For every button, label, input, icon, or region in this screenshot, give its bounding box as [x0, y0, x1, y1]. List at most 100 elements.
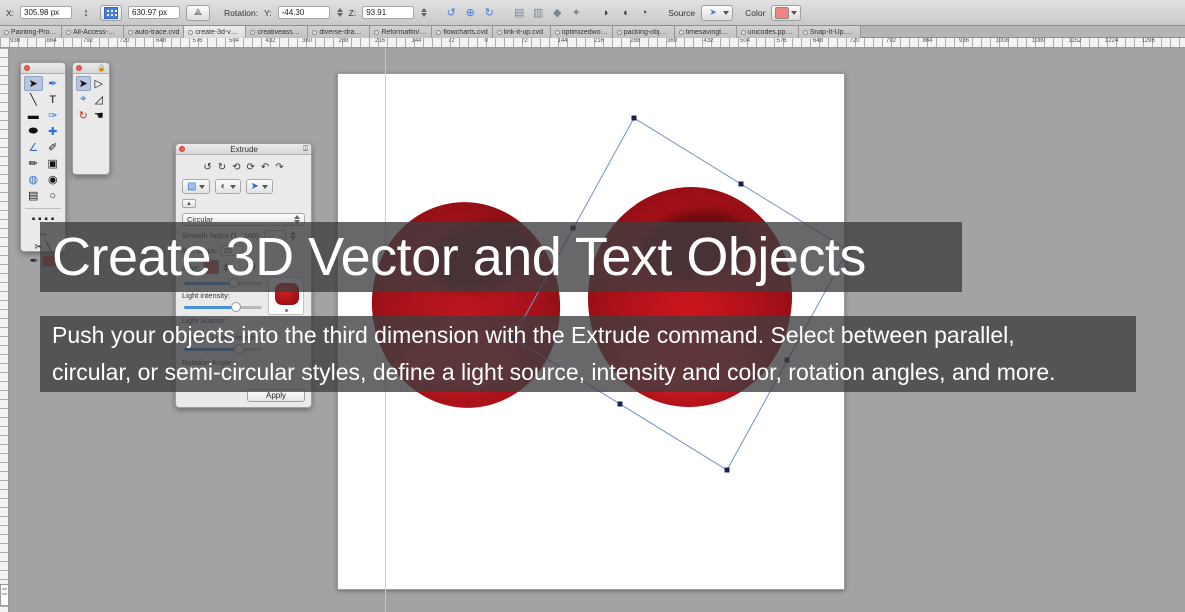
zoom-tool[interactable]: ○ — [44, 188, 63, 203]
stamp-tool[interactable]: ▣ — [44, 156, 63, 171]
document-tab-9[interactable]: optimizedworkspa... — [551, 26, 613, 38]
mouse-tool[interactable]: ▤ — [24, 188, 43, 203]
tab-close-icon[interactable] — [497, 30, 502, 35]
document-tab-7[interactable]: flowcharts.cvd — [432, 26, 492, 38]
document-tab-12[interactable]: unicodes.pport.c... — [737, 26, 799, 38]
extrude-rotate-icon-1[interactable]: ↻ — [218, 162, 226, 173]
extrude-panel-titlebar[interactable]: Extrude ⍗ — [176, 144, 311, 155]
hand-tool[interactable]: ☚ — [92, 108, 107, 123]
pencil-tool[interactable]: ✏ — [24, 156, 43, 171]
line-tool[interactable]: ╲ — [24, 92, 43, 107]
subtitle-line-2: circular, or semi-circular styles, defin… — [40, 354, 1136, 391]
shading-mode-icon-0[interactable]: ◗ — [598, 5, 614, 21]
rotate-3d-icon-0[interactable]: ↺ — [443, 5, 459, 21]
close-icon[interactable] — [24, 65, 30, 71]
link-dimensions-icon[interactable]: ↕ — [78, 5, 94, 21]
ruler-scroll-nub[interactable] — [0, 584, 9, 606]
rotation-label: Rotation: — [224, 8, 258, 18]
extrude-source-dropdown[interactable]: ➤ — [246, 179, 273, 194]
camera-tool[interactable]: ◉ — [44, 172, 63, 187]
document-tab-4[interactable]: creativeassets.cvd — [246, 26, 308, 38]
document-tab-8[interactable]: link-it-up.cvd — [493, 26, 551, 38]
extrude-rotate-icon-3[interactable]: ⟳ — [247, 162, 255, 173]
collapse-button[interactable]: ▲ — [182, 199, 196, 208]
source-dropdown[interactable]: ➤ — [701, 5, 733, 21]
text-tool[interactable]: T — [44, 92, 63, 107]
document-tab-11[interactable]: timesavingtext.cvd — [675, 26, 737, 38]
rotate-3d-icon-1[interactable]: ⊕ — [462, 5, 478, 21]
tab-label: diverse-drawing c... — [319, 29, 365, 36]
extrude-rotate-icon-2[interactable]: ⟲ — [232, 162, 240, 173]
horizontal-ruler: 9368647927206485765044323602882161447207… — [0, 38, 1185, 48]
globe-brush-tool[interactable]: ◍ — [24, 172, 43, 187]
document-tab-2[interactable]: auto-trace.cvd — [124, 26, 184, 38]
source-label: Source — [668, 8, 695, 18]
eyedropper-tool[interactable]: ✐ — [44, 140, 63, 155]
lasso-tool[interactable]: ◿ — [92, 92, 107, 107]
y-position-field[interactable]: 630.97 px — [128, 6, 180, 19]
light-intensity-slider[interactable] — [184, 306, 262, 309]
tab-close-icon[interactable] — [803, 30, 808, 35]
close-icon[interactable] — [76, 65, 82, 71]
tab-close-icon[interactable] — [741, 30, 746, 35]
dropdown-glyph-icon: ◐ — [220, 181, 226, 192]
rotate-3d-icon-2[interactable]: ↻ — [481, 5, 497, 21]
app-window: X: 305.98 px ↕ 630.97 px ⟁ Rotation: Y: … — [0, 0, 1185, 612]
object-action-icon-2[interactable]: ◆ — [549, 5, 565, 21]
node-tool[interactable]: ✚ — [44, 124, 63, 139]
align-grid-button[interactable] — [100, 5, 122, 21]
document-tab-10[interactable]: packing-objects.c... — [613, 26, 675, 38]
angle-tool[interactable]: ∠ — [24, 140, 43, 155]
object-action-icon-0[interactable]: ▤ — [511, 5, 527, 21]
direct-select-tool[interactable]: ➤ — [76, 76, 91, 91]
selection-palette-titlebar[interactable]: 🔒 — [73, 63, 109, 74]
tab-close-icon[interactable] — [617, 30, 622, 35]
document-tab-13[interactable]: Snap-It-Up.cvd — [799, 26, 861, 38]
light-position-dot[interactable] — [285, 309, 288, 312]
extrude-rotate-icon-4[interactable]: ↶ — [261, 162, 269, 173]
brush-tool[interactable]: ✒ — [44, 76, 63, 91]
document-tab-0[interactable]: Painting-Provisio... — [0, 26, 62, 38]
object-action-icon-3[interactable]: ✦ — [568, 5, 584, 21]
x-position-field[interactable]: 305.98 px — [20, 6, 72, 19]
select-tool[interactable]: ➤ — [24, 76, 43, 91]
object-action-icon-1[interactable]: ▥ — [530, 5, 546, 21]
tab-close-icon[interactable] — [188, 30, 193, 35]
document-tab-3[interactable]: create-3d-v3ctor... — [184, 26, 246, 38]
detach-icon[interactable]: ⍗ — [303, 144, 308, 154]
group-select-tool[interactable]: ▷ — [92, 76, 107, 91]
subtitle-line-1: Push your objects into the third dimensi… — [40, 317, 1136, 354]
extrude-rotate-icon-5[interactable]: ↷ — [275, 162, 283, 173]
tab-close-icon[interactable] — [4, 30, 9, 35]
rotation-y-stepper[interactable] — [337, 8, 343, 17]
tab-close-icon[interactable] — [374, 30, 379, 35]
tab-close-icon[interactable] — [250, 30, 255, 35]
rectangle-tool[interactable]: ▬ — [24, 108, 43, 123]
extrude-shading-dropdown[interactable]: ◐ — [215, 179, 240, 194]
ruler-label: 360 — [667, 38, 677, 44]
shading-mode-icon-1[interactable]: ◖ — [617, 5, 633, 21]
document-tab-1[interactable]: All-Access-Attrib... — [62, 26, 124, 38]
rotation-y-field[interactable]: -44.30 — [278, 6, 330, 19]
document-tab-5[interactable]: diverse-drawing c... — [308, 26, 370, 38]
tab-close-icon[interactable] — [312, 30, 317, 35]
pen-tool[interactable]: ✑ — [44, 108, 63, 123]
extrude-rotate-icon-0[interactable]: ↺ — [203, 162, 211, 173]
shading-mode-icon-2[interactable]: ◔ — [636, 5, 652, 21]
rotation-z-stepper[interactable] — [421, 8, 427, 17]
tab-close-icon[interactable] — [128, 30, 133, 35]
tab-close-icon[interactable] — [679, 30, 684, 35]
ellipse-tool[interactable]: ⬬ — [24, 124, 43, 139]
extrude-shape-dropdown[interactable]: ▧ — [182, 179, 210, 194]
document-tab-6[interactable]: Reformattin/bilt... — [370, 26, 432, 38]
orbit-tool[interactable]: ↻ — [76, 108, 91, 123]
tools-palette-titlebar[interactable] — [21, 63, 65, 74]
tab-close-icon[interactable] — [436, 30, 441, 35]
rotation-z-field[interactable]: 93.91 — [362, 6, 414, 19]
tab-close-icon[interactable] — [555, 30, 560, 35]
color-well[interactable] — [771, 5, 801, 21]
close-icon[interactable] — [179, 146, 185, 152]
rotate-view-tool[interactable]: ⌖ — [76, 92, 91, 107]
edit-angle-button[interactable]: ⟁ — [186, 5, 210, 21]
tab-close-icon[interactable] — [66, 30, 71, 35]
